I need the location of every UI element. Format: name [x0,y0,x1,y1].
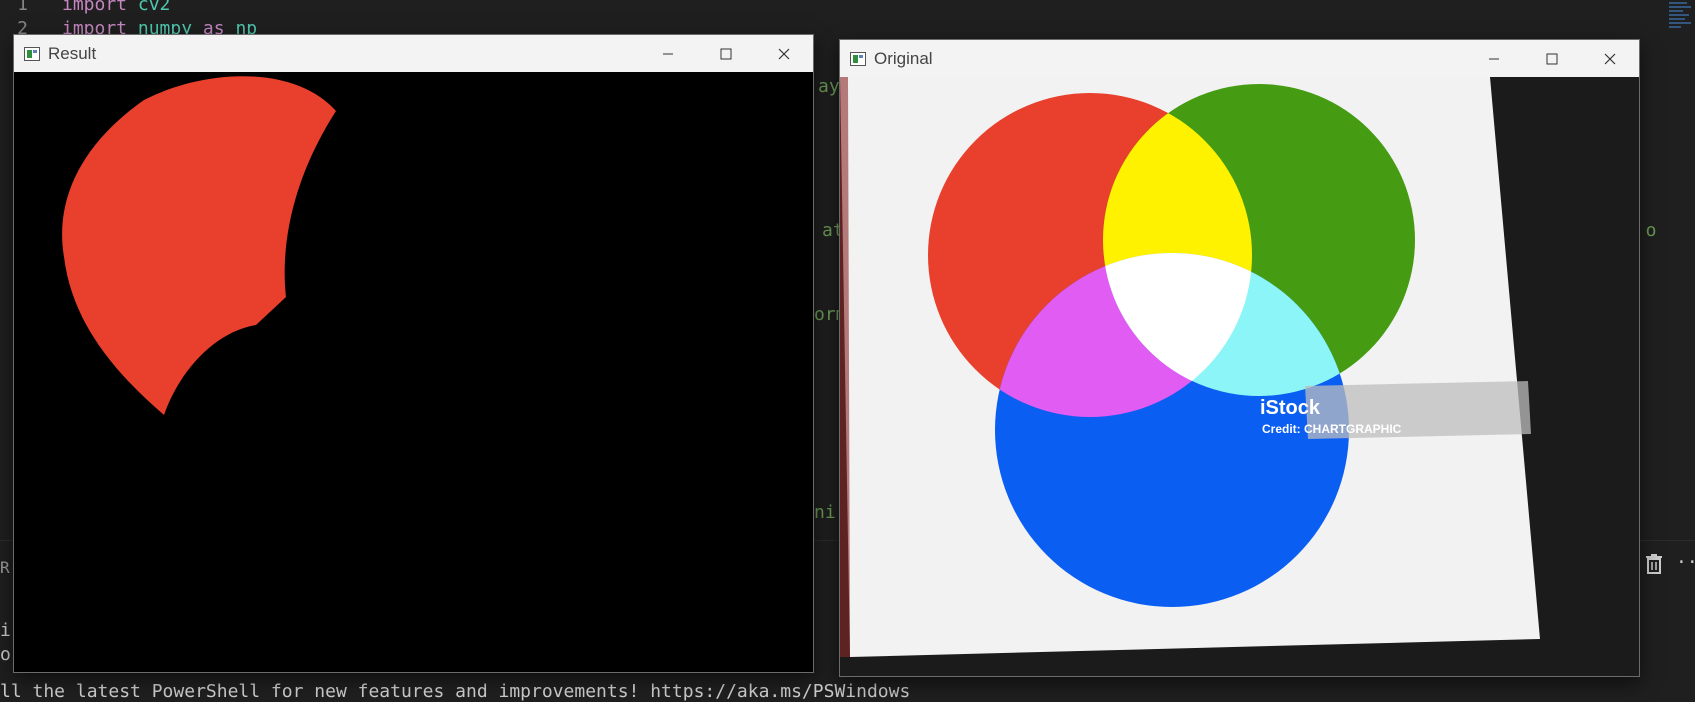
close-icon [778,48,790,59]
maximize-icon [1546,53,1558,64]
close-button[interactable] [755,35,813,72]
app-icon [24,46,40,61]
result-titlebar[interactable]: Result [14,35,813,72]
original-window[interactable]: Original iStock Credit: CHARTGRAPHIC [839,39,1640,677]
terminal-line: ll the latest PowerShell for new feature… [0,681,911,702]
original-camera-image: iStock Credit: CHARTGRAPHIC [840,77,1639,676]
result-window[interactable]: Result [13,34,814,673]
code-line-import-cv2: import cv2 [62,0,170,15]
app-icon [850,51,866,66]
watermark-credit: Credit: CHARTGRAPHIC [1262,422,1402,436]
minimize-icon [1489,58,1499,59]
masked-red-region [14,72,813,672]
window-title: Original [874,48,933,68]
original-titlebar[interactable]: Original [840,40,1639,77]
terminal-line: o [0,644,11,665]
close-button[interactable] [1581,40,1639,77]
result-image [14,72,813,672]
minimap[interactable] [1669,0,1695,60]
trash-icon[interactable] [1645,554,1663,578]
minimize-button[interactable] [1465,40,1523,77]
code-peek: ni [814,502,836,523]
line-number: 1 [17,0,28,15]
code-keyword: import [62,0,128,15]
minimize-button[interactable] [639,35,697,72]
watermark-brand: iStock [1260,397,1321,419]
minimize-icon [663,53,673,54]
terminal-line: i [0,620,11,641]
close-icon [1604,53,1616,64]
maximize-button[interactable] [697,35,755,72]
rgb-venn-photo: iStock Credit: CHARTGRAPHIC [840,77,1639,676]
window-title: Result [48,43,97,63]
more-actions-icon[interactable]: ·· [1676,552,1695,573]
code-module: cv2 [137,0,171,15]
maximize-icon [720,48,732,59]
maximize-button[interactable] [1523,40,1581,77]
